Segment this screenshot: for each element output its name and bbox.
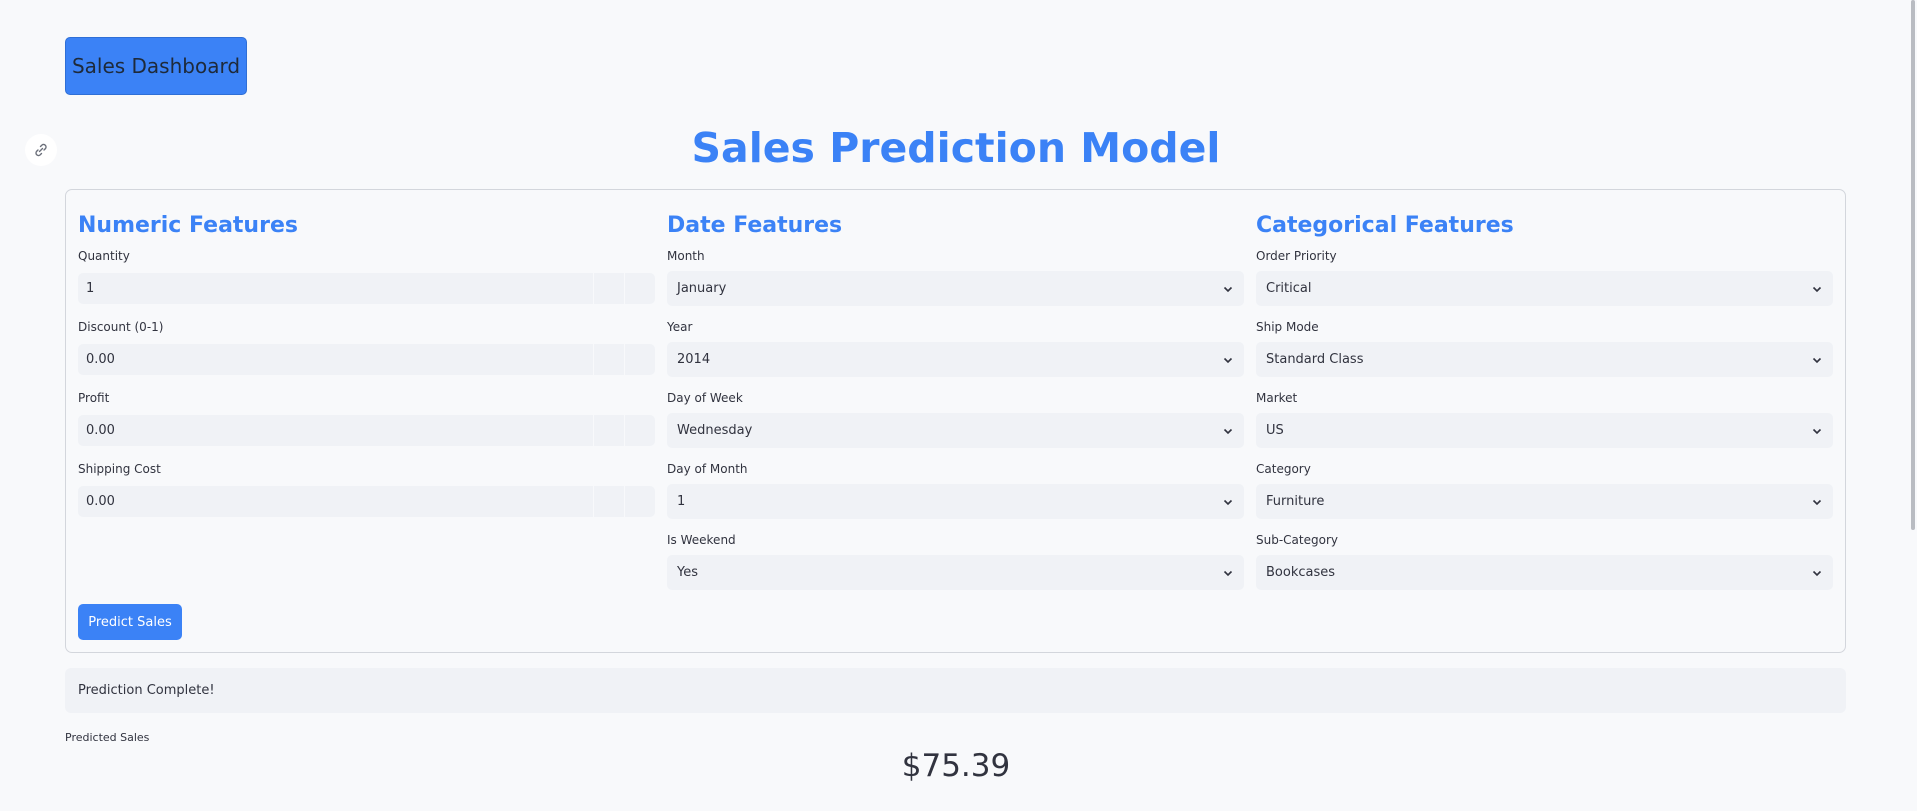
category-select[interactable]: Furniture <box>1256 484 1833 519</box>
ship-mode-value: Standard Class <box>1266 352 1364 367</box>
chevron-down-icon <box>1811 496 1823 508</box>
day-of-month-value: 1 <box>677 494 686 509</box>
month-field: Month January <box>667 249 1244 320</box>
page-title: Sales Prediction Model <box>691 124 1221 172</box>
year-field: Year 2014 <box>667 320 1244 391</box>
chevron-down-icon <box>1811 567 1823 579</box>
sub-category-field: Sub-Category Bookcases <box>1256 533 1833 604</box>
year-label: Year <box>667 320 693 334</box>
month-value: January <box>677 281 727 296</box>
quantity-decrement-button[interactable] <box>594 273 624 304</box>
sales-dashboard-button[interactable]: Sales Dashboard <box>65 37 247 95</box>
order-priority-value: Critical <box>1266 281 1312 296</box>
quantity-label: Quantity <box>78 249 130 263</box>
date-features-title: Date Features <box>667 213 843 238</box>
quantity-field: Quantity 1 <box>78 249 655 320</box>
predicted-sales-value: $75.39 <box>901 748 1011 784</box>
market-label: Market <box>1256 391 1298 405</box>
page-scrollbar[interactable] <box>1911 0 1915 530</box>
day-of-week-field: Day of Week Wednesday <box>667 391 1244 462</box>
chevron-down-icon <box>1811 354 1823 366</box>
discount-field: Discount (0-1) 0.00 <box>78 320 655 391</box>
chevron-down-icon <box>1811 425 1823 437</box>
shipping-cost-input[interactable]: 0.00 <box>78 486 593 517</box>
chevron-down-icon <box>1222 354 1234 366</box>
chevron-down-icon <box>1811 283 1823 295</box>
categorical-features-title: Categorical Features <box>1256 213 1514 238</box>
month-label: Month <box>667 249 705 263</box>
discount-input[interactable]: 0.00 <box>78 344 593 375</box>
month-select[interactable]: January <box>667 271 1244 306</box>
profit-increment-button[interactable] <box>625 415 655 446</box>
is-weekend-value: Yes <box>677 565 698 580</box>
is-weekend-select[interactable]: Yes <box>667 555 1244 590</box>
discount-decrement-button[interactable] <box>594 344 624 375</box>
predicted-sales-label: Predicted Sales <box>65 731 150 744</box>
category-value: Furniture <box>1266 494 1325 509</box>
ship-mode-label: Ship Mode <box>1256 320 1319 334</box>
numeric-features-section: Numeric Features Quantity 1 Discount (0-… <box>78 212 655 533</box>
profit-field: Profit 0.00 <box>78 391 655 462</box>
category-label: Category <box>1256 462 1311 476</box>
shipping-cost-increment-button[interactable] <box>625 486 655 517</box>
status-text: Prediction Complete! <box>78 683 215 698</box>
quantity-increment-button[interactable] <box>625 273 655 304</box>
year-select[interactable]: 2014 <box>667 342 1244 377</box>
ship-mode-field: Ship Mode Standard Class <box>1256 320 1833 391</box>
day-of-week-label: Day of Week <box>667 391 743 405</box>
date-features-section: Date Features Month January Year 2014 Da… <box>667 212 1244 604</box>
quantity-input[interactable]: 1 <box>78 273 593 304</box>
ship-mode-select[interactable]: Standard Class <box>1256 342 1833 377</box>
chevron-down-icon <box>1222 283 1234 295</box>
prediction-status-message: Prediction Complete! <box>65 668 1846 713</box>
discount-increment-button[interactable] <box>625 344 655 375</box>
is-weekend-label: Is Weekend <box>667 533 736 547</box>
sub-category-value: Bookcases <box>1266 565 1336 580</box>
sub-category-select[interactable]: Bookcases <box>1256 555 1833 590</box>
sub-category-label: Sub-Category <box>1256 533 1338 547</box>
numeric-features-title: Numeric Features <box>78 213 298 238</box>
shipping-cost-decrement-button[interactable] <box>594 486 624 517</box>
shipping-cost-label: Shipping Cost <box>78 462 161 476</box>
day-of-month-field: Day of Month 1 <box>667 462 1244 533</box>
categorical-features-section: Categorical Features Order Priority Crit… <box>1256 212 1833 604</box>
profit-decrement-button[interactable] <box>594 415 624 446</box>
order-priority-field: Order Priority Critical <box>1256 249 1833 320</box>
prediction-form: Numeric Features Quantity 1 Discount (0-… <box>65 189 1846 653</box>
market-select[interactable]: US <box>1256 413 1833 448</box>
market-value: US <box>1266 423 1284 438</box>
category-field: Category Furniture <box>1256 462 1833 533</box>
profit-label: Profit <box>78 391 110 405</box>
order-priority-select[interactable]: Critical <box>1256 271 1833 306</box>
is-weekend-field: Is Weekend Yes <box>667 533 1244 604</box>
chevron-down-icon <box>1222 496 1234 508</box>
chevron-down-icon <box>1222 567 1234 579</box>
day-of-week-select[interactable]: Wednesday <box>667 413 1244 448</box>
day-of-month-label: Day of Month <box>667 462 748 476</box>
profit-input[interactable]: 0.00 <box>78 415 593 446</box>
discount-label: Discount (0-1) <box>78 320 164 334</box>
shipping-cost-field: Shipping Cost 0.00 <box>78 462 655 533</box>
chevron-down-icon <box>1222 425 1234 437</box>
day-of-month-select[interactable]: 1 <box>667 484 1244 519</box>
market-field: Market US <box>1256 391 1833 462</box>
order-priority-label: Order Priority <box>1256 249 1337 263</box>
day-of-week-value: Wednesday <box>677 423 753 438</box>
year-value: 2014 <box>677 352 711 367</box>
predict-sales-button[interactable]: Predict Sales <box>78 604 182 640</box>
